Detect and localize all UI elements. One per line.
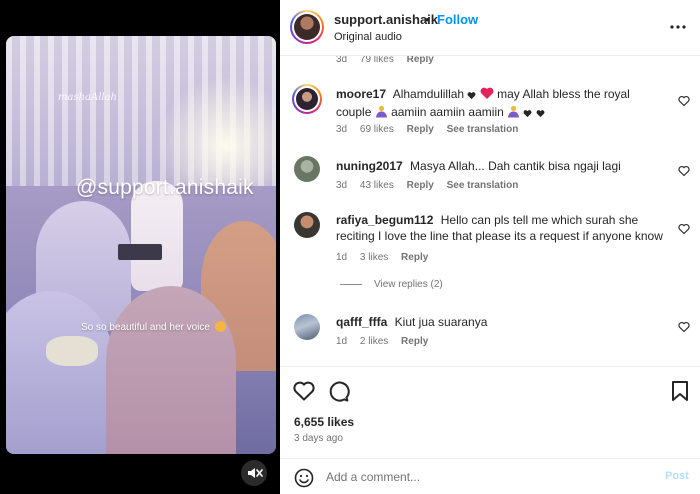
like-comment-button[interactable]	[678, 164, 690, 177]
post-media[interactable]: mashaAllah @support.anishaik So so beaut…	[0, 0, 280, 494]
video-watermark: mashaAllah	[58, 92, 117, 103]
more-horizontal-icon	[670, 25, 686, 29]
video-frame: mashaAllah @support.anishaik So so beaut…	[6, 36, 276, 454]
comment-likes[interactable]: 3 likes	[360, 252, 388, 263]
chair-bow	[46, 336, 98, 366]
like-comment-button[interactable]	[678, 222, 690, 235]
comment-likes[interactable]: 2 likes	[360, 336, 388, 347]
praying-person-icon	[507, 105, 520, 122]
author-avatar[interactable]	[290, 10, 324, 44]
heart-icon	[293, 381, 315, 401]
post-actions: 6,655 likes 3 days ago	[280, 366, 700, 456]
like-comment-button[interactable]	[678, 320, 690, 333]
comment-text: nuning2017 Masya Allah... Dah cantik bis…	[336, 159, 621, 173]
mute-button[interactable]	[241, 460, 267, 486]
comment-username[interactable]: rafiya_begum112	[336, 213, 433, 227]
heart-outline-icon	[678, 224, 690, 235]
add-comment-bar: Post	[280, 458, 700, 494]
guest-figure	[106, 286, 236, 454]
comment-username[interactable]: moore17	[336, 87, 386, 101]
comment-username[interactable]: nuning2017	[336, 159, 403, 173]
overlay-caption-text: So so beautiful and her voice	[81, 322, 210, 333]
smiley-icon	[294, 468, 314, 488]
comment-text: rafiya_begum112 Hello can pls tell me wh…	[336, 213, 663, 243]
comment-input[interactable]	[326, 467, 646, 487]
view-replies-button[interactable]: View replies (2)	[340, 279, 443, 290]
comment-likes[interactable]: 69 likes	[360, 124, 394, 135]
post-details-panel: support.anishaik • Follow Original audio…	[280, 0, 700, 494]
comment-time: 3d	[336, 56, 348, 65]
reply-button[interactable]: Reply	[401, 336, 428, 347]
reply-button[interactable]: Reply	[401, 252, 428, 263]
post-timestamp[interactable]: 3 days ago	[294, 433, 343, 444]
emoji-picker-button[interactable]	[294, 468, 314, 488]
see-translation-button[interactable]: See translation	[447, 124, 519, 135]
bookmark-icon	[672, 381, 688, 401]
comment-likes[interactable]: 43 likes	[360, 180, 394, 191]
heart-suit-icon	[467, 88, 476, 104]
more-options-button[interactable]	[668, 17, 688, 37]
comment-meta: 3d 69 likes Reply See translation	[336, 124, 528, 135]
comment-bubble-icon	[329, 381, 350, 402]
reply-button[interactable]: Reply	[407, 180, 434, 191]
comment-username[interactable]: qafff_fffa	[336, 315, 387, 329]
like-button[interactable]	[292, 379, 316, 403]
commenter-avatar[interactable]	[294, 156, 320, 182]
likes-count[interactable]: 6,655 likes	[294, 415, 354, 429]
audio-label[interactable]: Original audio	[334, 31, 402, 43]
comment-text: moore17 Alhamdulillah may Allah bless th…	[336, 86, 666, 122]
commenter-avatar[interactable]	[294, 212, 320, 238]
comment-meta: 1d 3 likes Reply	[336, 252, 438, 263]
comment-meta: 1d 2 likes Reply	[336, 336, 438, 347]
like-comment-button[interactable]	[678, 94, 690, 107]
reply-button[interactable]: Reply	[407, 124, 434, 135]
comment-meta: 3d 43 likes Reply See translation	[336, 180, 528, 191]
comments-list[interactable]: 3d 79 likes Reply moore17 Alhamdulillah …	[280, 56, 700, 366]
author-username[interactable]: support.anishaik	[334, 12, 438, 27]
separator-dot: •	[425, 12, 430, 27]
reciter-book	[118, 244, 162, 260]
comment-text: qafff_fffa Kiut jua suaranya	[336, 315, 488, 329]
video-overlay-handle: @support.anishaik	[76, 176, 254, 199]
author-avatar-image	[294, 14, 320, 40]
partial-comment-meta: 3d 79 likes Reply	[336, 56, 444, 65]
video-overlay-caption: So so beautiful and her voice	[81, 321, 226, 333]
commenter-avatar-image	[296, 88, 318, 110]
heart-suit-icon	[536, 106, 545, 122]
save-button[interactable]	[668, 379, 692, 403]
comment-time: 3d	[336, 124, 348, 135]
comment-time: 3d	[336, 180, 348, 191]
see-translation-button[interactable]: See translation	[447, 180, 519, 191]
comment-likes[interactable]: 79 likes	[360, 56, 394, 65]
red-heart-icon	[480, 87, 494, 104]
replies-divider	[340, 283, 362, 285]
commenter-avatar[interactable]	[292, 84, 322, 114]
praying-person-icon	[375, 105, 388, 122]
comment-button[interactable]	[326, 379, 350, 403]
post-header: support.anishaik • Follow Original audio	[280, 0, 700, 56]
commenter-avatar[interactable]	[294, 314, 320, 340]
heart-outline-icon	[678, 322, 690, 333]
comment-time: 1d	[336, 252, 348, 263]
heart-suit-icon	[523, 106, 532, 122]
post-comment-button[interactable]: Post	[665, 470, 689, 482]
follow-button[interactable]: Follow	[437, 12, 478, 27]
smiling-face-icon	[214, 321, 226, 332]
heart-outline-icon	[678, 166, 690, 177]
speaker-muted-icon	[248, 468, 263, 478]
reply-button[interactable]: Reply	[407, 56, 434, 65]
comment-time: 1d	[336, 336, 348, 347]
heart-outline-icon	[678, 96, 690, 107]
